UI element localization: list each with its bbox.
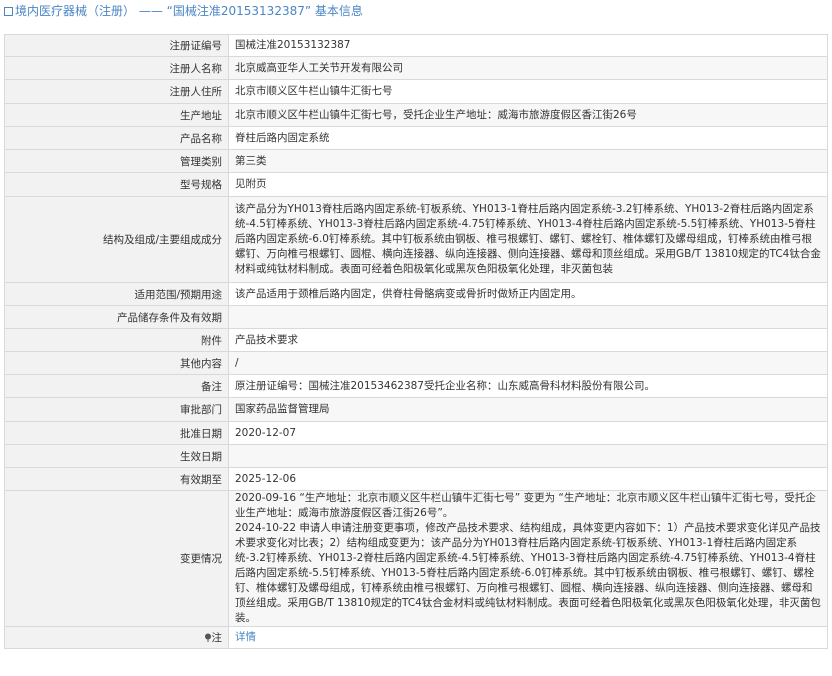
header-separator: —— — [135, 4, 167, 18]
row-value-change-history: 2020-09-16 “生产地址：北京市顺义区牛栏山镇牛汇街七号” 变更为 “生… — [228, 490, 828, 627]
table-row: 产品储存条件及有效期 — [4, 305, 828, 329]
table-row: 注 详情 — [4, 626, 828, 649]
table-row: 管理类别 第三类 — [4, 149, 828, 173]
table-row: 生效日期 — [4, 444, 828, 468]
row-value: 2020-12-07 — [228, 421, 828, 445]
row-label: 其他内容 — [4, 351, 229, 375]
table-row: 适用范围/预期用途 该产品适用于颈椎后路内固定，供脊柱骨骼病变或骨折时做矫正内固定… — [4, 282, 828, 306]
table-row: 审批部门 国家药品监督管理局 — [4, 397, 828, 422]
row-value: 北京市顺义区牛栏山镇牛汇街七号 — [228, 79, 828, 104]
row-label: 适用范围/预期用途 — [4, 282, 229, 306]
row-value: 第三类 — [228, 149, 828, 173]
row-value: 国家药品监督管理局 — [228, 397, 828, 422]
row-value: 该产品适用于颈椎后路内固定，供脊柱骨骼病变或骨折时做矫正内固定用。 — [228, 282, 828, 306]
table-row: 注册证编号 国械注准20153132387 — [4, 34, 828, 57]
table-row: 其他内容 / — [4, 351, 828, 375]
table-row: 附件 产品技术要求 — [4, 328, 828, 352]
table-row: 变更情况 2020-09-16 “生产地址：北京市顺义区牛栏山镇牛汇街七号” 变更… — [4, 490, 828, 627]
row-value: 该产品分为YH013脊柱后路内固定系统-钉板系统、YH013-1脊柱后路内固定系… — [228, 196, 828, 283]
table-row: 批准日期 2020-12-07 — [4, 421, 828, 445]
info-table-wrapper: 注册证编号 国械注准20153132387 注册人名称 北京威高亚华人工关节开发有限… — [4, 34, 828, 649]
row-label: 审批部门 — [4, 397, 229, 422]
details-link[interactable]: 详情 — [235, 631, 256, 643]
document-icon — [4, 7, 13, 16]
row-value: 原注册证编号：国械注准20153462387受托企业名称：山东威高骨科材料股份有… — [228, 374, 828, 398]
info-table: 注册证编号 国械注准20153132387 注册人名称 北京威高亚华人工关节开发有限… — [4, 34, 828, 649]
table-row: 结构及组成/主要组成成分 该产品分为YH013脊柱后路内固定系统-钉板系统、YH0… — [4, 196, 828, 283]
table-row: 有效期至 2025-12-06 — [4, 467, 828, 491]
row-value: 产品技术要求 — [228, 328, 828, 352]
row-label: 型号规格 — [4, 172, 229, 197]
row-label: 生产地址 — [4, 103, 229, 127]
header-prefix[interactable]: 境内医疗器械（注册） — [15, 4, 135, 18]
row-label: 变更情况 — [4, 490, 229, 627]
footer-label: 注 — [211, 632, 223, 644]
table-row: 产品名称 脊柱后路内固定系统 — [4, 126, 828, 150]
row-label: 注册人名称 — [4, 56, 229, 80]
row-value: / — [228, 351, 828, 375]
row-label: 管理类别 — [4, 149, 229, 173]
row-value — [228, 444, 828, 468]
row-value: 2025-12-06 — [228, 467, 828, 491]
row-label: 产品名称 — [4, 126, 229, 150]
row-value: 见附页 — [228, 172, 828, 197]
page-header: 境内医疗器械（注册） —— “国械注准20153132387” 基本信息 — [0, 0, 832, 23]
pin-icon — [204, 633, 211, 642]
table-row: 备注 原注册证编号：国械注准20153462387受托企业名称：山东威高骨科材料股… — [4, 374, 828, 398]
row-label: 注册人住所 — [4, 79, 229, 104]
row-label: 产品储存条件及有效期 — [4, 305, 229, 329]
row-value: 北京市顺义区牛栏山镇牛汇街七号，受托企业生产地址：威海市旅游度假区香江街26号 — [228, 103, 828, 127]
row-label: 有效期至 — [4, 467, 229, 491]
page-title: “国械注准20153132387” 基本信息 — [166, 4, 363, 18]
row-value: 国械注准20153132387 — [228, 34, 828, 57]
row-value: 脊柱后路内固定系统 — [228, 126, 828, 150]
footer-value: 详情 — [228, 626, 828, 649]
table-row: 生产地址 北京市顺义区牛栏山镇牛汇街七号，受托企业生产地址：威海市旅游度假区香江街… — [4, 103, 828, 127]
row-label: 结构及组成/主要组成成分 — [4, 196, 229, 283]
row-label: 生效日期 — [4, 444, 229, 468]
table-row: 注册人住所 北京市顺义区牛栏山镇牛汇街七号 — [4, 79, 828, 104]
row-label: 注册证编号 — [4, 34, 229, 57]
row-label: 附件 — [4, 328, 229, 352]
row-value — [228, 305, 828, 329]
table-row: 型号规格 见附页 — [4, 172, 828, 197]
row-value: 北京威高亚华人工关节开发有限公司 — [228, 56, 828, 80]
footer-label-cell: 注 — [4, 626, 229, 649]
table-row: 注册人名称 北京威高亚华人工关节开发有限公司 — [4, 56, 828, 80]
row-label: 备注 — [4, 374, 229, 398]
row-label: 批准日期 — [4, 421, 229, 445]
